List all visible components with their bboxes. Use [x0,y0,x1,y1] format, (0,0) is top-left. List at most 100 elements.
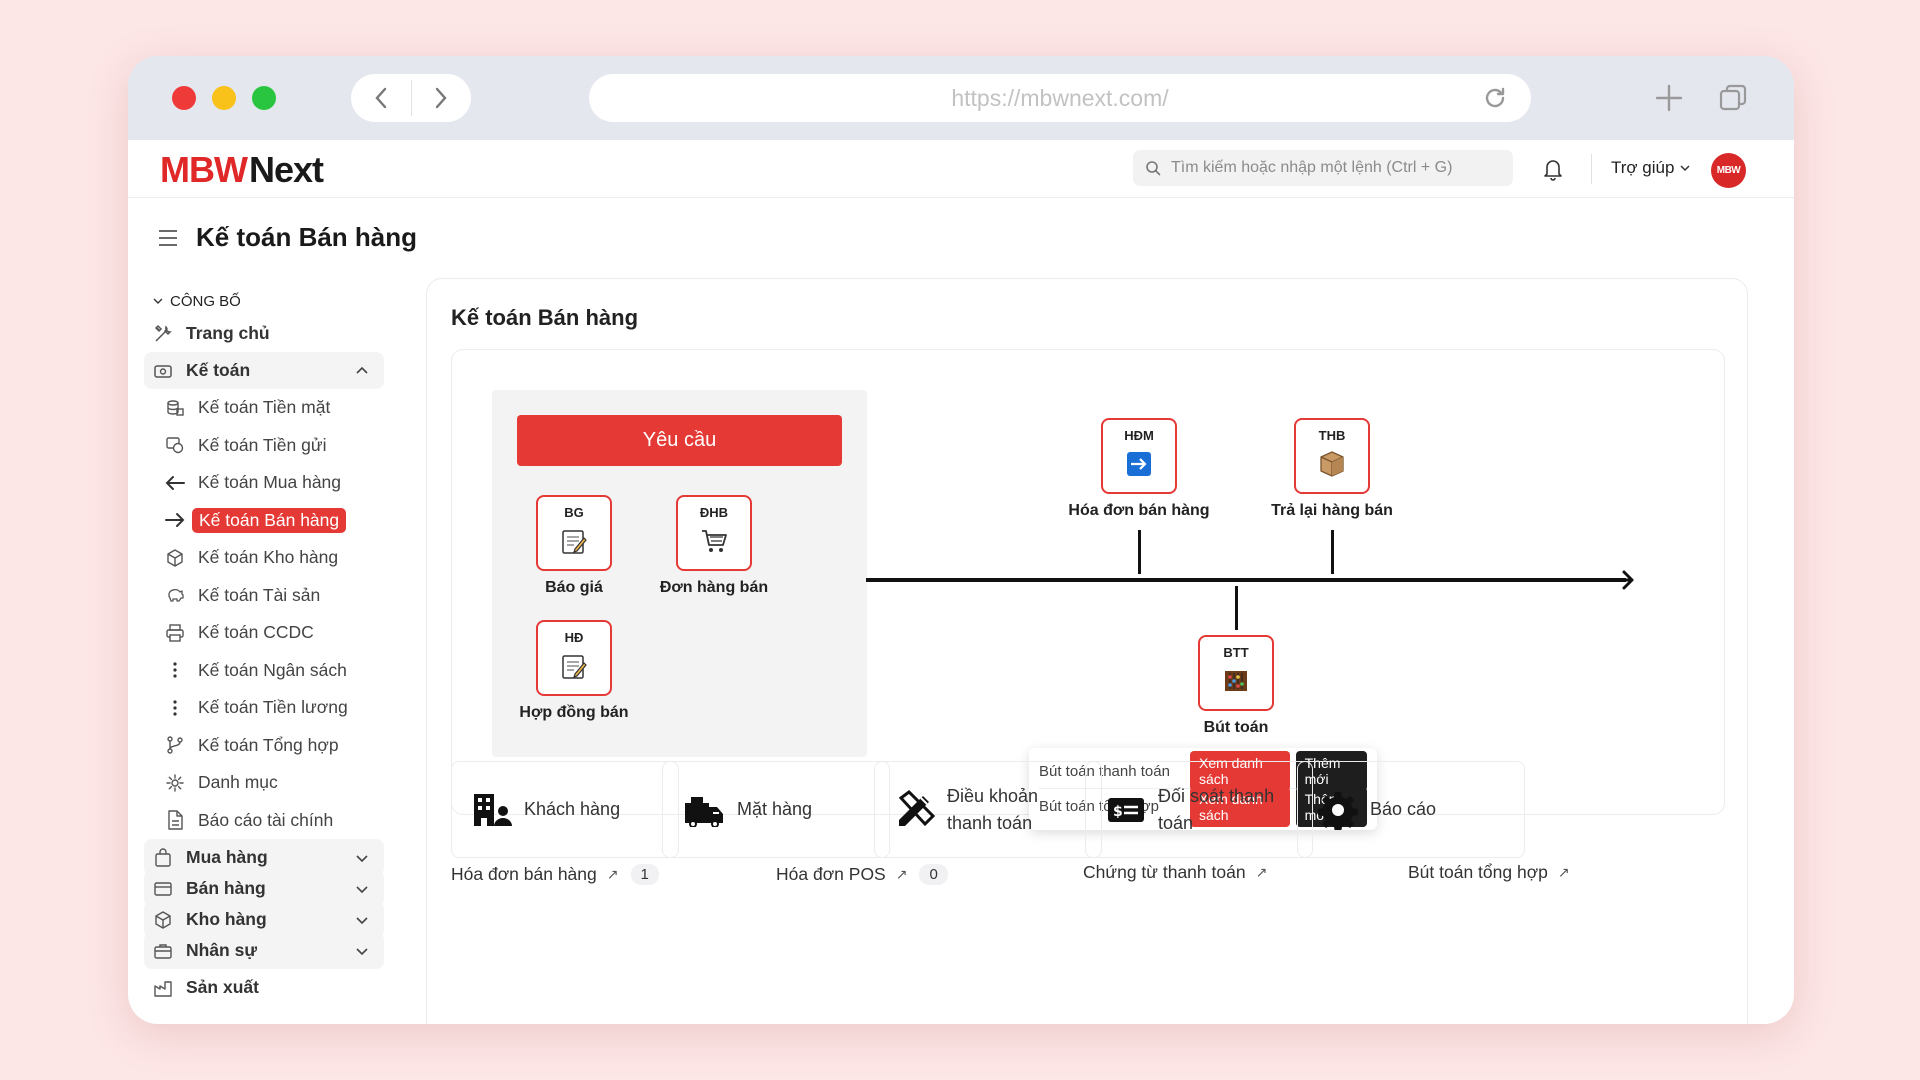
tile-payment-terms[interactable]: Điều khoản thanh toán [874,761,1102,858]
chevron-down-icon [356,885,368,893]
sidebar-section-toggle[interactable]: CÔNG BỐ [144,287,384,315]
arrow-right-box-icon [1124,449,1154,479]
doc-sales-return[interactable]: THB Trả lại hàng bán [1252,418,1412,520]
building-user-icon [474,793,512,826]
tile-report[interactable]: Báo cáo [1297,761,1525,858]
sidebar-item-catalog[interactable]: Danh mục [144,764,384,802]
shopping-cart-icon [699,526,729,556]
page-title-row: Kế toán Bán hàng [158,222,417,253]
coins-icon [164,397,186,419]
minimize-window-button[interactable] [212,86,236,110]
gear-icon [164,772,186,794]
back-button[interactable] [351,74,411,122]
doc-sales-contract[interactable]: HĐ Hợp đồng bán [494,620,654,722]
external-link-icon: ↗ [895,866,908,882]
bag-icon [152,847,174,869]
sidebar-group-hr[interactable]: Nhân sự [144,932,384,969]
count-badge: 0 [919,864,948,885]
sidebar-item-home[interactable]: Trang chủ [144,315,384,352]
search-placeholder: Tìm kiếm hoặc nhập một lệnh (Ctrl + G) [1171,159,1453,176]
menu-hamburger-icon[interactable] [158,229,178,247]
memo-icon [559,651,589,681]
connector-line [1138,530,1141,574]
link-payment-voucher[interactable]: Chứng từ thanh toán ↗ [1083,862,1267,883]
sidebar-item-general[interactable]: Kế toán Tổng hợp [144,727,384,765]
forward-button[interactable] [412,74,472,122]
tile-payment-reconciliation[interactable]: $ Đối soát thanh toán [1085,761,1313,858]
sales-flow-diagram: Yêu cầu BG Báo giá ĐHB Đơn hàng bán HĐ H… [451,349,1725,830]
new-tab-icon[interactable] [1653,82,1685,114]
money-icon [152,360,174,382]
address-bar[interactable]: https://mbwnext.com/ [589,74,1531,122]
sidebar-item-payroll[interactable]: Kế toán Tiền lương [144,689,384,727]
sidebar-item-production[interactable]: Sản xuất [144,969,384,1006]
memo-icon [559,526,589,556]
search-input[interactable]: Tìm kiếm hoặc nhập một lệnh (Ctrl + G) [1133,150,1513,186]
external-link-icon: ↗ [1557,864,1570,880]
search-icon [1146,161,1161,176]
chevron-down-icon [356,916,368,924]
sidebar-item-budget[interactable]: Kế toán Ngân sách [144,652,384,690]
request-panel: Yêu cầu BG Báo giá ĐHB Đơn hàng bán HĐ H… [492,390,867,757]
truck-box-icon [685,796,723,827]
box-icon [152,909,174,931]
maximize-window-button[interactable] [252,86,276,110]
request-button[interactable]: Yêu cầu [517,415,842,466]
connector-line [1331,530,1334,574]
external-link-icon: ↗ [1255,864,1268,880]
app-header: MBW Next Tìm kiếm hoặc nhập một lệnh (Ctr… [128,140,1794,198]
sidebar-item-sales-accounting[interactable]: Kế toán Bán hàng [144,502,384,540]
package-icon [1317,449,1347,479]
more-vertical-icon [164,659,186,681]
doc-quotation[interactable]: BG Báo giá [494,495,654,597]
gear-icon [1318,791,1358,830]
tile-customer[interactable]: Khách hàng [451,761,679,858]
branch-icon [164,734,186,756]
sidebar-item-deposit[interactable]: Kế toán Tiền gửi [144,427,384,465]
count-badge: 1 [630,864,659,885]
deposit-icon [164,434,186,456]
browser-window: https://mbwnext.com/ MBW Next Tìm kiếm ho… [128,56,1794,1024]
help-dropdown[interactable]: Trợ giúp [1611,158,1692,178]
sidebar-item-purchase-accounting[interactable]: Kế toán Mua hàng [144,464,384,502]
sidebar-item-tools[interactable]: Kế toán CCDC [144,614,384,652]
chevron-down-icon [356,854,368,862]
close-window-button[interactable] [172,86,196,110]
nav-button-group [351,74,471,122]
tabs-overview-icon[interactable] [1718,83,1748,113]
reload-icon[interactable] [1483,86,1507,110]
chevron-down-icon [1680,165,1690,172]
document-icon [164,809,186,831]
chevron-down-icon [153,298,163,304]
sidebar-item-financial-report[interactable]: Báo cáo tài chính [144,802,384,840]
abacus-icon [1221,666,1251,696]
tile-item[interactable]: Mặt hàng [662,761,890,858]
link-sales-invoice[interactable]: Hóa đơn bán hàng ↗ 1 [451,864,659,885]
sidebar-item-warehouse-accounting[interactable]: Kế toán Kho hàng [144,539,384,577]
app-logo[interactable]: MBW Next [160,149,324,190]
doc-journal-entry[interactable]: BTT Bút toán [1156,635,1316,737]
more-vertical-icon [164,697,186,719]
arrow-right-icon [164,509,186,531]
piggy-bank-icon [164,584,186,606]
link-general-entry[interactable]: Bút toán tổng hợp ↗ [1408,862,1570,883]
notification-bell-icon[interactable] [1542,157,1564,181]
sidebar: CÔNG BỐ Trang chủ Kế toán Kế toán Tiền m… [144,287,384,1006]
doc-sales-order[interactable]: ĐHB Đơn hàng bán [634,495,794,597]
pencil-ruler-icon [898,789,935,826]
svg-text:$: $ [1113,804,1123,820]
box-icon [164,547,186,569]
user-avatar[interactable]: MBW [1711,153,1746,188]
sidebar-item-cash[interactable]: Kế toán Tiền mặt [144,389,384,427]
sidebar-item-accounting[interactable]: Kế toán [144,352,384,389]
page-title: Kế toán Bán hàng [196,222,418,252]
briefcase-icon [152,940,174,962]
arrow-left-icon [164,472,186,494]
external-link-icon: ↗ [606,866,619,882]
doc-sales-invoice[interactable]: HĐM Hóa đơn bán hàng [1059,418,1219,520]
link-pos-invoice[interactable]: Hóa đơn POS ↗ 0 [776,864,948,885]
factory-icon [152,977,174,999]
chevron-left-icon [375,87,386,109]
sidebar-item-assets[interactable]: Kế toán Tài sản [144,577,384,615]
chevron-up-icon [356,366,368,374]
